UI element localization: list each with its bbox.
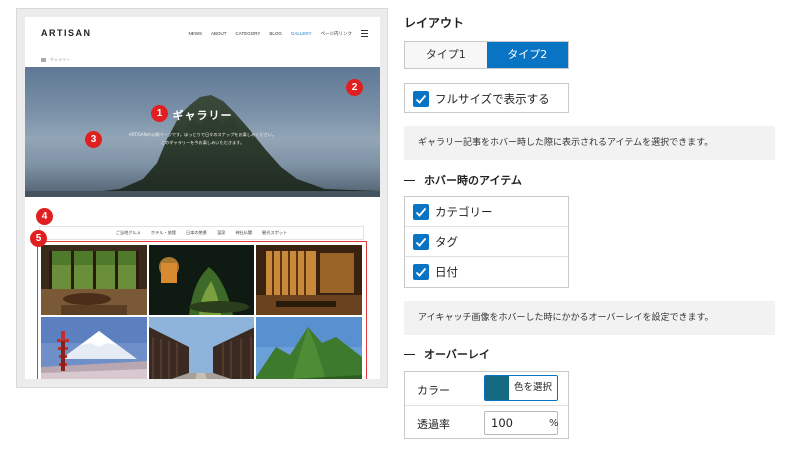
preview-tab: 神社仏閣 (235, 230, 253, 235)
preview-breadcrumb-label: ギャラリー (50, 57, 70, 62)
layout-section-title: レイアウト (404, 16, 465, 30)
callout-badge-2: 2 (346, 79, 363, 96)
gallery-photo-old-street (148, 317, 255, 379)
preview-breadcrumb: ギャラリー (41, 57, 70, 63)
overlay-color-label: カラー (417, 384, 450, 397)
preview-tab: ホテル・旅館 (150, 230, 177, 235)
checkbox-checked-icon[interactable] (413, 263, 429, 280)
overlay-opacity-row: 透過率 % (405, 405, 568, 439)
section-dash (404, 179, 415, 181)
opacity-input-wrapper: % (484, 411, 559, 435)
preview-nav-item: CATEGORY (235, 31, 261, 36)
hover-item-label: カテゴリー (435, 204, 493, 219)
preview-nav: NEWS ABOUT CATEGORY BLOG GALLERY ページ内リンク (180, 30, 368, 37)
overlay-help-text: アイキャッチ画像をホバーした時にかかるオーバーレイを設定できます。 (404, 301, 775, 335)
opacity-unit: % (549, 417, 559, 429)
checkbox-checked-icon[interactable] (413, 203, 429, 220)
home-icon (41, 58, 46, 62)
layout-type1-button[interactable]: タイプ1 (405, 42, 487, 68)
preview-tab: ご当地グルメ (115, 230, 141, 235)
hover-help-text: ギャラリー記事をホバー時した際に表示されるアイテムを選択できます。 (404, 126, 775, 160)
overlay-section-title: オーバーレイ (404, 346, 490, 362)
hover-item-label: 日付 (435, 264, 458, 279)
overlay-settings-box: カラー 色を選択 透過率 % (404, 371, 569, 439)
gallery-photo-green-mountains (256, 317, 362, 379)
color-picker-button[interactable]: 色を選択 (484, 375, 558, 401)
preview-hero-description: ARTISANの公開ページです。ほっとりで日々のスナップをお楽しみください。 (128, 132, 277, 137)
preview-tab: 温泉 (216, 230, 226, 235)
layout-type2-button[interactable]: タイプ2 (486, 42, 568, 68)
hover-item-tag-row[interactable]: タグ (405, 226, 568, 256)
gallery-photo-pagoda-fuji (41, 317, 147, 379)
preview-hero-title: ギャラリー (172, 109, 233, 122)
preview-tab: 日本の絶景 (186, 230, 207, 235)
checkbox-checked-icon[interactable] (413, 90, 429, 107)
hover-items-section-title: ホバー時のアイテム (404, 172, 522, 188)
preview-category-tabs: ご当地グルメ ホテル・旅館 日本の絶景 温泉 神社仏閣 観光スポット (39, 226, 364, 240)
fullsize-checkbox-row[interactable]: フルサイズで表示する (405, 84, 568, 113)
gallery-photo-ryokan-room (41, 245, 147, 315)
hover-item-category-row[interactable]: カテゴリー (405, 197, 568, 226)
color-swatch (485, 376, 509, 400)
layout-type-selector: タイプ1 タイプ2 (404, 41, 569, 69)
fullsize-checkbox-label: フルサイズで表示する (435, 91, 550, 106)
theme-preview: ARTISAN NEWS ABOUT CATEGORY BLOG GALLERY… (25, 17, 380, 379)
hamburger-menu-icon (361, 30, 368, 37)
preview-logo: ARTISAN (41, 28, 92, 38)
callout-badge-4: 4 (36, 208, 53, 225)
checkbox-checked-icon[interactable] (413, 233, 429, 250)
section-dash (404, 353, 415, 355)
callout-badge-1: 1 (151, 105, 168, 122)
preview-hero: ギャラリー ARTISANの公開ページです。ほっとりで日々のスナップをお楽しみく… (25, 67, 380, 197)
preview-nav-item: NEWS (188, 31, 203, 36)
hover-items-checkbox-list: カテゴリー タグ 日付 (404, 196, 569, 288)
gallery-photo-wooden-interior (256, 245, 362, 315)
preview-hero-description: このギャラリーを今お楽しみいただきます。 (160, 140, 245, 145)
callout-badge-3: 3 (85, 131, 102, 148)
preview-nav-item: ページ内リンク (320, 30, 352, 36)
preview-gallery-grid (41, 245, 362, 379)
preview-header: ARTISAN NEWS ABOUT CATEGORY BLOG GALLERY… (25, 17, 380, 51)
gallery-photo-night-garden (148, 245, 255, 315)
overlay-title-label: オーバーレイ (424, 348, 490, 361)
hover-item-label: タグ (435, 234, 458, 249)
theme-preview-frame: ARTISAN NEWS ABOUT CATEGORY BLOG GALLERY… (16, 8, 388, 388)
fullsize-option-box: フルサイズで表示する (404, 83, 569, 113)
color-picker-label: 色を選択 (513, 382, 552, 393)
overlay-opacity-label: 透過率 (417, 418, 450, 431)
overlay-color-row: カラー 色を選択 (405, 372, 568, 405)
opacity-input[interactable] (485, 415, 543, 431)
preview-nav-item: BLOG (269, 31, 282, 36)
hover-items-title-label: ホバー時のアイテム (424, 174, 522, 187)
preview-tab: 観光スポット (262, 230, 288, 235)
preview-gallery (37, 241, 367, 379)
preview-nav-item-active: GALLERY (290, 31, 312, 36)
callout-badge-5: 5 (30, 230, 47, 247)
preview-nav-item: ABOUT (211, 31, 227, 36)
hover-item-date-row[interactable]: 日付 (405, 256, 568, 286)
